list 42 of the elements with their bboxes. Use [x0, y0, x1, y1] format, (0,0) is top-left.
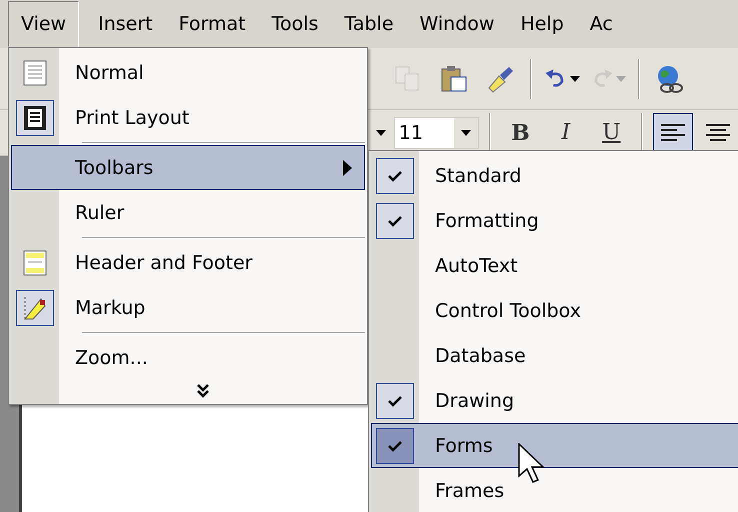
dropdown-arrow-icon: [570, 76, 580, 82]
header-footer-icon: [22, 248, 48, 276]
menu-title[interactable]: Window: [406, 1, 508, 47]
menu-item[interactable]: Header and Footer: [11, 240, 365, 285]
menu-item[interactable]: Zoom...: [11, 335, 365, 380]
menu-title[interactable]: Table: [331, 1, 407, 47]
italic-button[interactable]: I: [546, 112, 586, 152]
menu-title[interactable]: Format: [166, 1, 259, 47]
checkmark-icon: [388, 170, 402, 182]
align-left-button[interactable]: [653, 112, 693, 152]
font-size-field[interactable]: 11: [394, 116, 479, 148]
expand-chevron-icon[interactable]: [196, 383, 210, 399]
menu-item[interactable]: Database: [371, 333, 738, 378]
menu-item[interactable]: AutoText: [371, 243, 738, 288]
page-icon: [22, 58, 48, 86]
checkmark-icon: [388, 440, 402, 452]
menu-item[interactable]: Ruler: [11, 190, 365, 235]
menu-item[interactable]: Forms: [371, 423, 738, 468]
align-center-icon: [705, 122, 732, 144]
menu-title[interactable]: Insert: [85, 1, 166, 47]
menu-item[interactable]: Print Layout: [11, 95, 365, 140]
checkmark-icon: [388, 214, 402, 226]
align-left-icon: [660, 122, 686, 144]
mouse-pointer-icon: [518, 443, 546, 483]
menu-item[interactable]: Drawing: [371, 378, 738, 423]
menu-item[interactable]: Toolbars: [11, 145, 365, 190]
dropdown-arrow-icon: [616, 76, 626, 82]
page-layout-icon: [22, 104, 48, 132]
menu-item[interactable]: Control Toolbox: [371, 288, 738, 333]
menu-title[interactable]: Help: [507, 1, 577, 47]
checkmark-icon: [388, 394, 402, 406]
menu-item[interactable]: Frames: [371, 468, 738, 512]
menu-title[interactable]: Tools: [258, 1, 332, 47]
dropdown-arrow-icon: [460, 130, 471, 136]
underline-button[interactable]: U: [592, 112, 632, 152]
menu-title[interactable]: View: [8, 1, 80, 47]
menu-item[interactable]: Standard: [371, 153, 738, 198]
dropdown-arrow-icon: [376, 130, 386, 136]
bold-button[interactable]: B: [500, 112, 540, 152]
menu-item[interactable]: Markup: [11, 285, 365, 330]
menu-title[interactable]: Ac: [576, 1, 626, 47]
menu-item[interactable]: Formatting: [371, 198, 738, 243]
